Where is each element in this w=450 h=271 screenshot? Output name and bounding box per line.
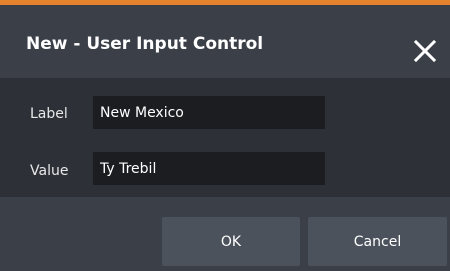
- label-field-label: Label: [30, 106, 68, 122]
- dialog-title: New - User Input Control: [26, 34, 264, 54]
- close-icon: [413, 39, 437, 63]
- close-button[interactable]: [412, 38, 438, 64]
- value-input[interactable]: [93, 152, 325, 185]
- dialog-footer: OK Cancel: [0, 197, 450, 271]
- label-input[interactable]: [93, 96, 325, 129]
- cancel-button[interactable]: Cancel: [308, 217, 447, 266]
- user-input-control-dialog: New - User Input Control Label Value OK …: [0, 0, 450, 271]
- ok-button[interactable]: OK: [162, 217, 300, 266]
- dialog-body: Label Value: [0, 78, 450, 197]
- value-field-label: Value: [30, 163, 69, 179]
